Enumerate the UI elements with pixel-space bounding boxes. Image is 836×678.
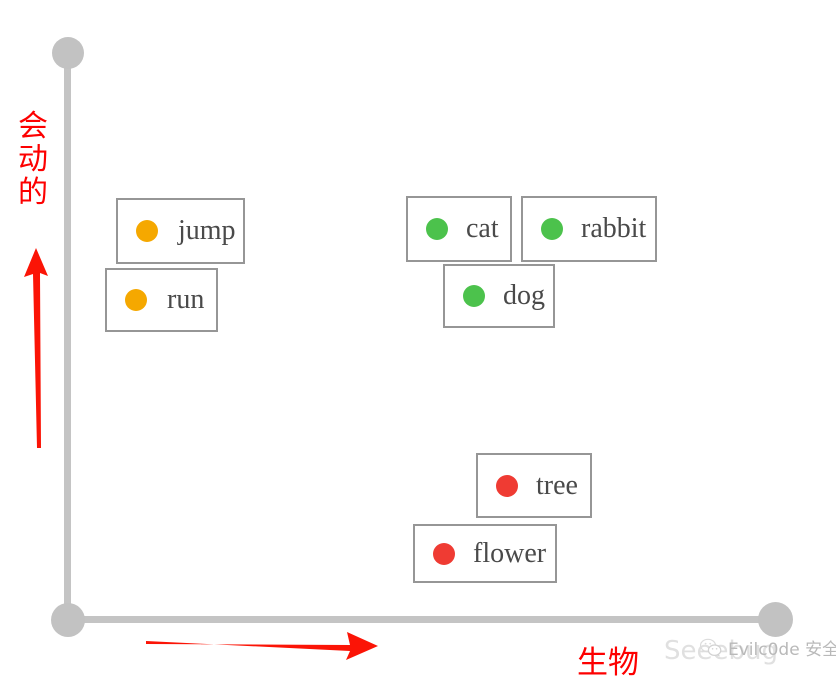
x-axis-line — [68, 616, 774, 623]
watermark: Evilc0de 安全团队 — [700, 635, 836, 660]
watermark-ghost-text: Seeebug — [664, 636, 778, 666]
node-dot-icon — [433, 542, 455, 565]
node-run[interactable]: run — [105, 268, 218, 332]
y-axis-label-char-3: 的 — [18, 175, 48, 210]
node-label: dog — [503, 280, 545, 311]
y-axis-label-char-2: 动 — [18, 142, 48, 177]
y-axis-label-char-1: 会 — [18, 109, 48, 144]
y-axis-line — [64, 60, 71, 616]
node-cat[interactable]: cat — [406, 196, 512, 262]
node-tree[interactable]: tree — [476, 453, 592, 518]
node-flower[interactable]: flower — [413, 524, 557, 583]
y-axis-top-cap — [52, 37, 84, 69]
node-label: jump — [178, 215, 236, 246]
node-label: rabbit — [581, 213, 647, 244]
node-dot-icon — [541, 218, 563, 240]
node-label: cat — [466, 213, 499, 244]
node-label: tree — [536, 469, 578, 501]
node-label: flower — [473, 537, 547, 569]
diagram-canvas: 会 动 的 生物 jump run cat rabbit dog tree flower S… — [0, 0, 836, 678]
x-axis-end-cap — [758, 602, 793, 637]
node-rabbit[interactable]: rabbit — [521, 196, 657, 262]
node-dot-icon — [426, 218, 448, 240]
node-label: run — [167, 284, 205, 315]
x-axis-label: 生物 — [577, 645, 639, 678]
node-dot-icon — [496, 474, 518, 497]
node-dot-icon — [136, 220, 158, 242]
right-arrow-icon — [146, 632, 378, 660]
origin-cap — [51, 603, 85, 637]
node-dot-icon — [463, 285, 485, 307]
node-dog[interactable]: dog — [443, 264, 555, 328]
up-arrow-icon — [24, 248, 48, 448]
node-dot-icon — [125, 289, 147, 311]
node-jump[interactable]: jump — [116, 198, 245, 264]
watermark-text: Evilc0de 安全团队 — [728, 640, 836, 660]
wechat-icon — [700, 638, 722, 657]
y-axis-label: 会 动 的 — [16, 110, 50, 209]
